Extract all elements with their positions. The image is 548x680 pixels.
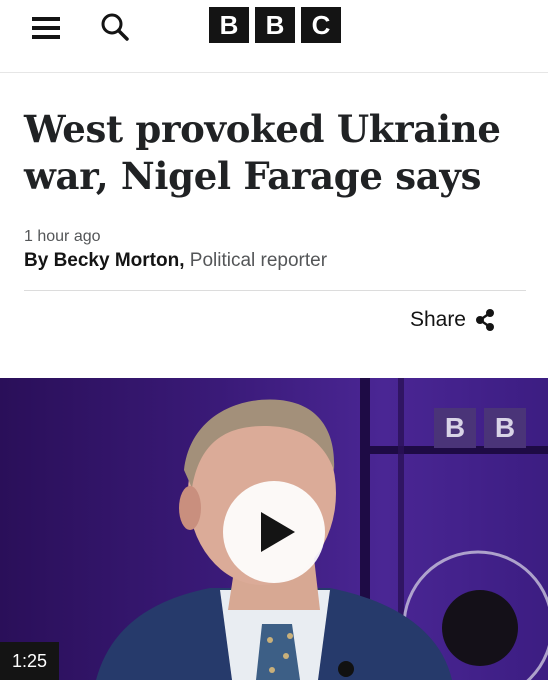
timestamp: 1 hour ago xyxy=(24,228,101,245)
byline: By Becky Morton, Political reporter xyxy=(24,248,528,274)
logo-letter: B xyxy=(255,7,295,43)
search-icon[interactable] xyxy=(100,12,130,42)
video-duration: 1:25 xyxy=(0,642,60,680)
studio-logo-letter: B xyxy=(434,408,476,448)
share-button[interactable]: Share xyxy=(410,308,496,332)
studio-logo: B B xyxy=(434,408,526,448)
share-label: Share xyxy=(409,308,466,331)
bbc-logo[interactable]: B B C xyxy=(209,7,341,43)
logo-letter: C xyxy=(301,7,341,43)
play-button[interactable] xyxy=(223,481,325,583)
logo-letter: B xyxy=(209,7,249,43)
hamburger-menu-icon[interactable] xyxy=(32,14,60,42)
studio-logo-letter: B xyxy=(484,408,526,448)
article-headline: West provoked Ukraine war, Nigel Farage … xyxy=(24,107,501,198)
byline-prefix: By xyxy=(24,250,49,271)
share-icon xyxy=(474,308,496,332)
play-icon xyxy=(261,512,295,552)
article-meta: 1 hour ago By Becky Morton, Political re… xyxy=(24,227,528,274)
site-header: B B C xyxy=(0,0,548,73)
author-name: Becky Morton, xyxy=(53,250,185,271)
author-role: Political reporter xyxy=(189,250,328,271)
divider xyxy=(24,290,526,291)
video-player[interactable]: B B 1:25 xyxy=(0,378,548,680)
